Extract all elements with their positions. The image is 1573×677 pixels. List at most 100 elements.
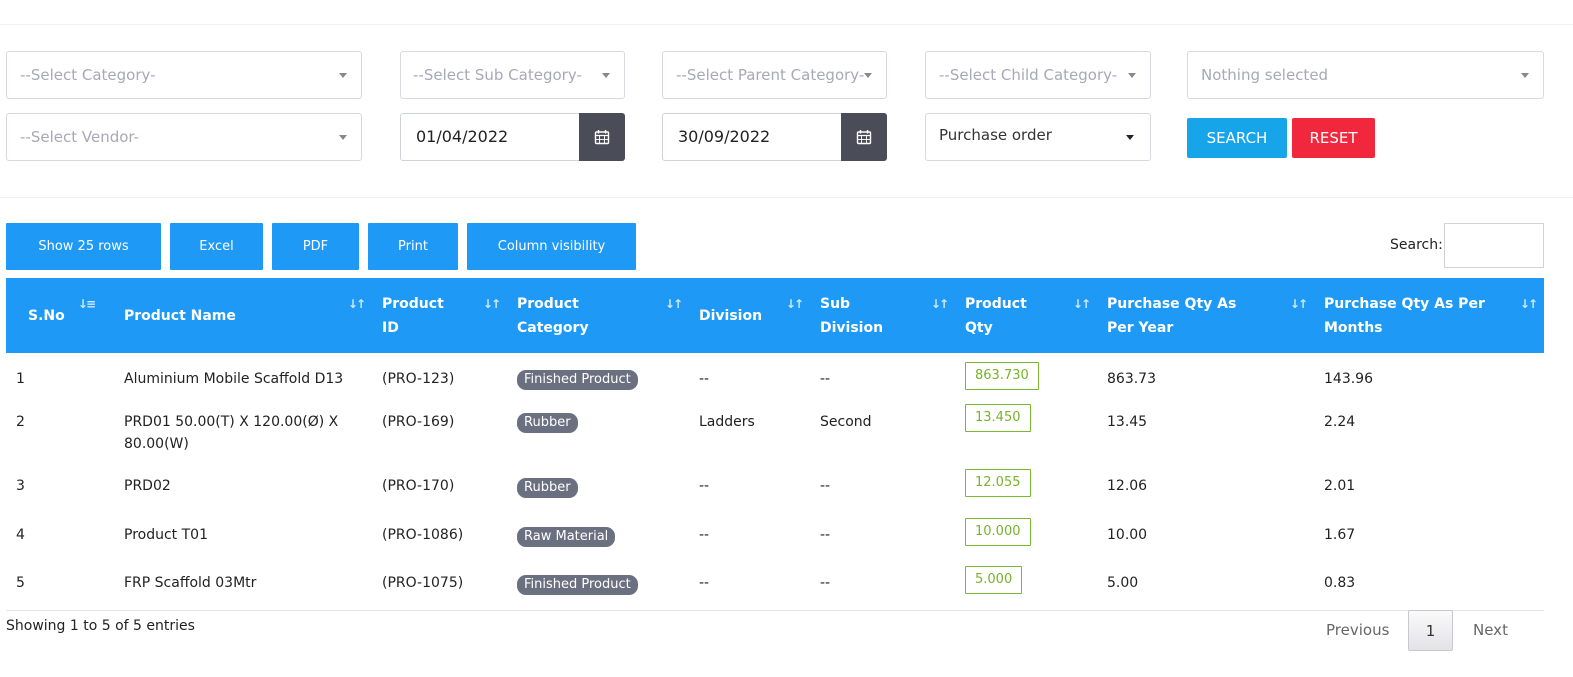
cell-product-id: (PRO-1075): [382, 575, 464, 591]
cell-per-month: 0.83: [1324, 575, 1356, 591]
parent-category-select[interactable]: --Select Parent Category-: [662, 51, 887, 99]
to-date-input[interactable]: 30/09/2022: [662, 113, 887, 161]
col-per-year[interactable]: Purchase Qty As Per Year ↓↑: [1097, 278, 1314, 353]
cell-product-name: Product T01: [124, 527, 208, 543]
search-input[interactable]: [1444, 223, 1544, 268]
cell-sub-division: --: [820, 527, 831, 543]
table-row: 2 PRD01 50.00(T) X 120.00(Ø) X 80.00(W) …: [6, 397, 1544, 465]
col-product-qty-label: Product Qty: [965, 295, 1027, 336]
top-divider: [0, 24, 1573, 25]
sort-icon: ↓↑: [1072, 297, 1091, 311]
col-per-month-label: Purchase Qty As Per Months: [1324, 295, 1485, 336]
col-product-id-label: Product ID: [382, 295, 444, 336]
table-row: 3 PRD02 (PRO-170) Rubber -- -- 12.055 12…: [6, 465, 1544, 514]
col-division[interactable]: Division ↓↑: [689, 278, 810, 353]
category-badge: Rubber: [517, 413, 578, 433]
from-date-value: 01/04/2022: [416, 127, 509, 146]
category-badge: Raw Material: [517, 527, 616, 547]
col-product-id[interactable]: Product ID ↓↑: [372, 278, 507, 353]
cell-per-month: 2.24: [1324, 414, 1356, 430]
chevron-down-icon: [602, 73, 610, 78]
cell-per-year: 10.00: [1107, 527, 1148, 543]
type-select[interactable]: Purchase order: [925, 113, 1151, 161]
cell-product-name: PRD02: [124, 478, 171, 494]
cell-sub-division: --: [820, 478, 831, 494]
col-product-category[interactable]: Product Category ↓↑: [507, 278, 689, 353]
print-button[interactable]: Print: [368, 223, 458, 270]
cell-sno: 4: [16, 527, 25, 543]
cell-division: --: [699, 371, 710, 387]
calendar-icon[interactable]: [841, 113, 887, 161]
sort-icon: ↓↑: [1519, 297, 1538, 311]
col-sno[interactable]: S.No ↓≡: [6, 278, 104, 353]
page-button-current[interactable]: 1: [1408, 610, 1453, 651]
show-rows-button[interactable]: Show 25 rows: [6, 223, 161, 270]
sub-category-select[interactable]: --Select Sub Category-: [400, 51, 625, 99]
category-badge: Rubber: [517, 478, 578, 498]
cell-sub-division: Second: [820, 414, 872, 430]
cell-sno: 1: [16, 371, 25, 387]
cell-per-year: 863.73: [1107, 371, 1156, 387]
chevron-down-icon: [1126, 135, 1134, 140]
parent-category-select-value: --Select Parent Category-: [676, 66, 865, 84]
qty-badge: 5.000: [965, 566, 1023, 594]
col-sub-division-label: Sub Division: [820, 295, 884, 336]
search-button[interactable]: SEARCH: [1187, 118, 1287, 158]
cell-product-name: PRD01 50.00(T) X 120.00(Ø) X 80.00(W): [124, 414, 339, 452]
col-division-label: Division: [699, 307, 763, 324]
category-badge: Finished Product: [517, 370, 638, 390]
child-category-select-value: --Select Child Category-: [939, 66, 1118, 84]
pdf-button[interactable]: PDF: [272, 223, 359, 270]
cell-division: --: [699, 527, 710, 543]
category-select[interactable]: --Select Category-: [6, 51, 362, 99]
col-product-name-label: Product Name: [124, 307, 236, 324]
cell-division: --: [699, 575, 710, 591]
col-product-qty[interactable]: Product Qty ↓↑: [955, 278, 1097, 353]
reset-button[interactable]: RESET: [1292, 118, 1375, 158]
table-header-row: S.No ↓≡ Product Name ↓↑ Product ID ↓↑ Produ…: [6, 278, 1544, 353]
cell-per-month: 1.67: [1324, 527, 1356, 543]
table-row: 5 FRP Scaffold 03Mtr (PRO-1075) Finished…: [6, 563, 1544, 611]
sort-icon: ↓↑: [930, 297, 949, 311]
chevron-down-icon: [1521, 73, 1529, 78]
col-sub-division[interactable]: Sub Division ↓↑: [810, 278, 955, 353]
sort-icon: ↓↑: [664, 297, 683, 311]
cell-product-id: (PRO-169): [382, 414, 455, 430]
col-per-month[interactable]: Purchase Qty As Per Months ↓↑: [1314, 278, 1544, 353]
cell-per-year: 5.00: [1107, 575, 1139, 591]
table-row: 1 Aluminium Mobile Scaffold D13 (PRO-123…: [6, 353, 1544, 397]
from-date-input[interactable]: 01/04/2022: [400, 113, 625, 161]
cell-product-id: (PRO-170): [382, 478, 455, 494]
cell-sub-division: --: [820, 575, 831, 591]
chevron-down-icon: [339, 73, 347, 78]
multi-select[interactable]: Nothing selected: [1187, 51, 1544, 99]
cell-product-name: Aluminium Mobile Scaffold D13: [124, 371, 344, 387]
child-category-select[interactable]: --Select Child Category-: [925, 51, 1151, 99]
next-button[interactable]: Next: [1473, 621, 1508, 639]
cell-per-year: 12.06: [1107, 478, 1148, 494]
vendor-select[interactable]: --Select Vendor-: [6, 113, 362, 161]
col-product-name[interactable]: Product Name ↓↑: [104, 278, 372, 353]
col-product-category-label: Product Category: [517, 295, 589, 336]
cell-division: Ladders: [699, 414, 755, 430]
to-date-value: 30/09/2022: [678, 127, 771, 146]
calendar-icon[interactable]: [579, 113, 625, 161]
cell-per-year: 13.45: [1107, 414, 1148, 430]
sort-icon: ↓↑: [1289, 297, 1308, 311]
vendor-select-value: --Select Vendor-: [20, 128, 140, 146]
category-badge: Finished Product: [517, 575, 638, 595]
qty-badge: 13.450: [965, 404, 1031, 432]
table-row: 4 Product T01 (PRO-1086) Raw Material --…: [6, 514, 1544, 563]
column-visibility-button[interactable]: Column visibility: [467, 223, 636, 270]
qty-badge: 10.000: [965, 518, 1031, 546]
multi-select-value: Nothing selected: [1201, 66, 1329, 84]
chevron-down-icon: [339, 135, 347, 140]
qty-badge: 863.730: [965, 362, 1039, 390]
cell-product-id: (PRO-1086): [382, 527, 464, 543]
cell-product-name: FRP Scaffold 03Mtr: [124, 575, 257, 591]
excel-button[interactable]: Excel: [170, 223, 263, 270]
qty-badge: 12.055: [965, 469, 1031, 497]
sort-asc-icon: ↓≡: [77, 297, 96, 311]
cell-product-id: (PRO-123): [382, 371, 455, 387]
previous-button[interactable]: Previous: [1326, 621, 1389, 639]
